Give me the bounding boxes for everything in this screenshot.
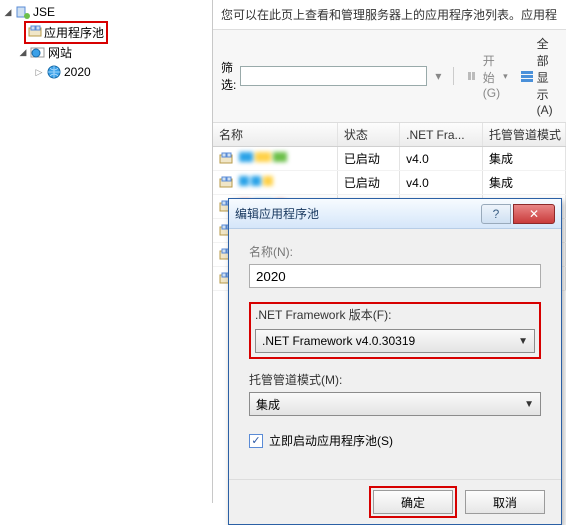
apppool-icon [219, 151, 235, 167]
filter-input[interactable] [240, 66, 427, 86]
table-row[interactable]: 已启动v4.0集成 [213, 147, 566, 171]
showall-label: 全部显示(A) [537, 35, 554, 117]
edit-apppool-dialog: 编辑应用程序池 ? ✕ 名称(N): .NET Framework 版本(F):… [228, 198, 562, 525]
dialog-titlebar[interactable]: 编辑应用程序池 ? ✕ [229, 199, 561, 229]
col-net[interactable]: .NET Fra... [400, 123, 483, 147]
collapse-toggle[interactable]: ◢ [3, 7, 13, 17]
table-row[interactable]: 已启动v4.0集成 [213, 171, 566, 195]
intro-text: 您可以在此页上查看和管理服务器上的应用程序池列表。应用程 [213, 0, 566, 29]
sites-label: 网站 [48, 44, 72, 61]
tree-node-sites[interactable]: ◢ 网站 [0, 42, 212, 62]
dialog-buttons: 确定 取消 [229, 479, 561, 524]
play-icon [466, 69, 480, 83]
dialog-title: 编辑应用程序池 [235, 205, 479, 222]
spacer [12, 27, 22, 37]
site-label: 2020 [64, 65, 91, 79]
net-framework-highlight: .NET Framework 版本(F): .NET Framework v4.… [249, 302, 541, 359]
col-status[interactable]: 状态 [337, 123, 399, 147]
obfuscated-name [239, 175, 275, 189]
name-label: 名称(N): [249, 243, 541, 260]
tree-node-server[interactable]: ◢ JSE [0, 2, 212, 22]
col-mode[interactable]: 托管管道模式 [483, 123, 566, 147]
row-mode: 集成 [483, 147, 566, 171]
pipeline-mode-select[interactable]: 集成 ▼ [249, 392, 541, 416]
start-button[interactable]: 开始(G) ▾ [462, 50, 512, 102]
connections-tree: ◢ JSE 应用程序池 ◢ 网站 ▷ [0, 0, 213, 503]
chevron-down-icon: ▼ [524, 399, 534, 410]
tree-node-apppools[interactable]: 应用程序池 [0, 22, 212, 42]
row-mode: 集成 [483, 171, 566, 195]
help-button[interactable]: ? [481, 204, 511, 224]
net-framework-select[interactable]: .NET Framework v4.0.30319 ▼ [255, 329, 535, 353]
row-status: 已启动 [337, 171, 399, 195]
tree-node-site-2020[interactable]: ▷ 2020 [0, 62, 212, 82]
name-field[interactable] [249, 264, 541, 288]
server-label: JSE [33, 5, 55, 19]
grid-header-row: 名称 状态 .NET Fra... 托管管道模式 [213, 123, 566, 147]
net-value: .NET Framework v4.0.30319 [262, 334, 415, 348]
col-name[interactable]: 名称 [213, 123, 337, 147]
net-label: .NET Framework 版本(F): [255, 306, 535, 323]
sites-folder-icon [30, 44, 46, 60]
autostart-checkbox[interactable]: ✓ [249, 434, 263, 448]
start-label: 开始(G) [483, 52, 500, 100]
autostart-label: 立即启动应用程序池(S) [269, 432, 393, 449]
filter-dropdown[interactable]: ▾ [431, 67, 445, 85]
toolbar: 筛选: ▾ 开始(G) ▾ 全部显示(A) [213, 29, 566, 123]
globe-icon [46, 64, 62, 80]
row-status: 已启动 [337, 147, 399, 171]
apppools-highlight: 应用程序池 [24, 21, 108, 44]
collapse-toggle[interactable]: ◢ [18, 47, 28, 57]
filter-label: 筛选: [221, 59, 236, 93]
mode-value: 集成 [256, 396, 280, 413]
chevron-down-icon: ▼ [518, 336, 528, 347]
server-icon [15, 4, 31, 20]
close-button[interactable]: ✕ [513, 204, 555, 224]
autostart-row[interactable]: ✓ 立即启动应用程序池(S) [249, 432, 541, 449]
dropdown-caret: ▾ [503, 71, 508, 82]
mode-label: 托管管道模式(M): [249, 371, 541, 388]
showall-icon [520, 69, 534, 83]
apppool-icon [219, 175, 235, 191]
showall-button[interactable]: 全部显示(A) [516, 33, 558, 119]
dialog-body: 名称(N): .NET Framework 版本(F): .NET Framew… [229, 229, 561, 479]
obfuscated-name [239, 151, 289, 165]
cancel-button[interactable]: 取消 [465, 490, 545, 514]
row-net: v4.0 [400, 171, 483, 195]
row-net: v4.0 [400, 147, 483, 171]
expand-toggle[interactable]: ▷ [34, 67, 44, 77]
apppool-icon [28, 24, 44, 40]
apppools-label: 应用程序池 [44, 24, 104, 41]
ok-button[interactable]: 确定 [373, 490, 453, 514]
